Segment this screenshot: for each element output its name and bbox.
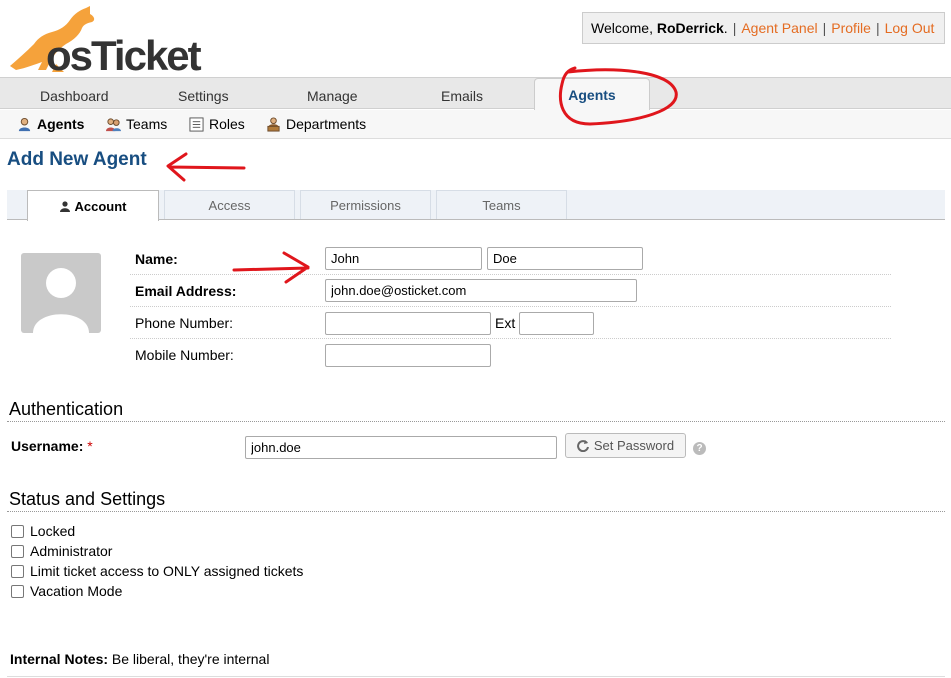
default-avatar-icon (33, 268, 89, 333)
tab-label: Account (74, 198, 127, 214)
set-password-button[interactable]: Set Password (565, 433, 686, 458)
first-name-input[interactable] (325, 247, 482, 270)
subnav-label: Roles (209, 116, 245, 132)
page-title: Add New Agent (7, 149, 147, 170)
main-nav: Dashboard Settings Manage Emails Agents (0, 77, 951, 110)
tab-agents[interactable]: Agents (534, 78, 650, 110)
authentication-heading: Authentication (9, 399, 124, 419)
mobile-input[interactable] (325, 344, 491, 367)
internal-notes: Internal Notes: Be liberal, they're inte… (10, 651, 269, 667)
checkbox-box[interactable] (11, 584, 24, 598)
tab-permissions[interactable]: Permissions (300, 190, 431, 219)
welcome-prefix: Welcome, (591, 20, 653, 36)
subnav-label: Agents (37, 116, 85, 132)
user-welcome-box: Welcome, RoDerrick. | Agent Panel | Prof… (582, 12, 945, 44)
osticket-logo[interactable]: osTicket (4, 4, 209, 79)
name-label: Name: (135, 251, 178, 267)
annotation-arrow-title (166, 152, 246, 182)
checkbox-label: Limit ticket access to ONLY assigned tic… (30, 563, 304, 579)
email-label: Email Address: (135, 283, 237, 299)
subnav-label: Teams (126, 116, 168, 132)
checkbox-label: Vacation Mode (30, 583, 123, 599)
tab-teams[interactable]: Teams (436, 190, 567, 219)
current-username: RoDerrick (656, 20, 724, 36)
ext-label: Ext (495, 315, 516, 331)
kangaroo-logo-icon: osTicket (10, 6, 204, 79)
log-out-link[interactable]: Log Out (885, 20, 935, 36)
username-input[interactable] (245, 436, 557, 459)
divider: | (732, 20, 737, 36)
user-icon (59, 200, 70, 212)
tab-settings[interactable]: Settings (178, 88, 229, 104)
username-label: Username: * (11, 438, 93, 454)
divider: | (822, 20, 827, 36)
required-marker: * (87, 438, 93, 454)
email-row: Email Address: (130, 275, 891, 307)
divider: | (875, 20, 880, 36)
ext-input[interactable] (519, 312, 594, 335)
departments-icon (267, 116, 280, 132)
tab-access[interactable]: Access (164, 190, 295, 219)
checkbox-box[interactable] (11, 564, 24, 578)
checkbox-box[interactable] (11, 544, 24, 558)
checkbox-label: Locked (30, 523, 76, 539)
checkbox-label: Administrator (30, 543, 113, 559)
avatar[interactable] (21, 253, 101, 333)
name-row: Name: (130, 243, 891, 275)
roles-icon (189, 116, 204, 132)
internal-notes-text: Be liberal, they're internal (111, 651, 270, 667)
form-tabs: Account Access Permissions Teams (7, 190, 945, 221)
administrator-checkbox[interactable]: Administrator (11, 543, 112, 559)
subnav-item-departments[interactable]: Departments (266, 116, 366, 132)
tab-manage[interactable]: Manage (307, 88, 358, 104)
internal-notes-label: Internal Notes: (10, 651, 109, 667)
set-password-label: Set Password (593, 438, 675, 453)
vacation-mode-checkbox[interactable]: Vacation Mode (11, 583, 122, 599)
subnav-item-teams[interactable]: Teams (106, 116, 167, 132)
subnav-item-roles[interactable]: Roles (189, 116, 245, 132)
subnav-item-agents[interactable]: Agents (17, 116, 84, 132)
section-divider (7, 511, 945, 512)
svg-text:osTicket: osTicket (46, 32, 202, 74)
profile-link[interactable]: Profile (831, 20, 871, 36)
status-settings-heading: Status and Settings (9, 489, 166, 509)
subnav-label: Departments (286, 116, 367, 132)
tab-dashboard[interactable]: Dashboard (40, 88, 109, 104)
help-icon[interactable]: ? (693, 442, 706, 455)
phone-input[interactable] (325, 312, 491, 335)
tab-account[interactable]: Account (27, 190, 159, 221)
welcome-suffix: . (723, 20, 728, 36)
section-divider (7, 421, 945, 422)
agent-panel-link[interactable]: Agent Panel (741, 20, 817, 36)
teams-icon (106, 117, 121, 131)
refresh-icon (576, 439, 589, 452)
mobile-label: Mobile Number: (135, 347, 234, 363)
last-name-input[interactable] (487, 247, 643, 270)
phone-label: Phone Number: (135, 315, 234, 331)
mobile-row: Mobile Number: (130, 339, 891, 371)
email-input[interactable] (325, 279, 637, 302)
section-divider (7, 676, 945, 677)
tab-emails[interactable]: Emails (441, 88, 483, 104)
checkbox-box[interactable] (11, 524, 24, 538)
phone-row: Phone Number: Ext (130, 307, 891, 339)
sub-nav: Agents Teams Roles Departments (0, 110, 951, 139)
limit-access-checkbox[interactable]: Limit ticket access to ONLY assigned tic… (11, 563, 303, 579)
agent-icon (18, 117, 31, 131)
locked-checkbox[interactable]: Locked (11, 523, 75, 539)
username-label-text: Username: (11, 438, 84, 454)
